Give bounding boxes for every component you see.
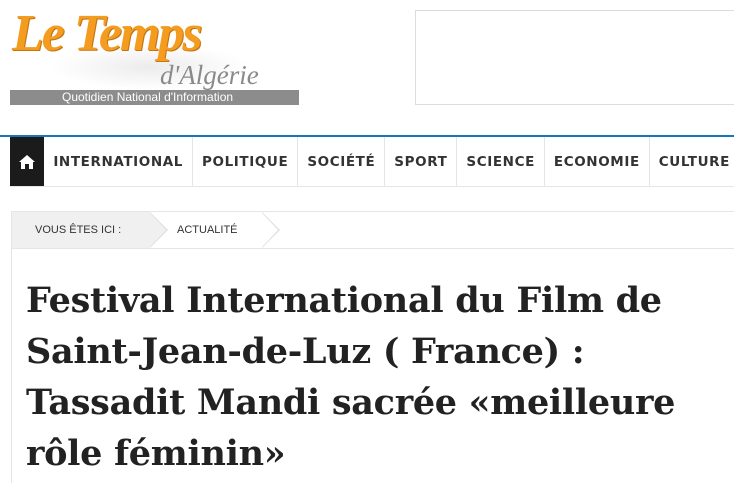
logo-subtitle: d'Algérie xyxy=(160,60,259,90)
site-logo[interactable]: Le Temps d'Algérie Quotidien National d'… xyxy=(10,4,302,108)
breadcrumb: VOUS ÊTES ICI : ACTUALITÉ xyxy=(11,211,734,249)
page: Le Temps d'Algérie Quotidien National d'… xyxy=(0,0,734,483)
nav-item-politique[interactable]: POLITIQUE xyxy=(193,137,299,186)
nav-home-button[interactable] xyxy=(10,137,45,186)
breadcrumb-prefix: VOUS ÊTES ICI : xyxy=(12,212,150,248)
nav-item-culture[interactable]: CULTURE xyxy=(650,137,734,186)
nav-item-sport[interactable]: SPORT xyxy=(385,137,458,186)
main-nav: INTERNATIONAL POLITIQUE SOCIÉTÉ SPORT SC… xyxy=(10,137,734,187)
article: Festival International du Film de Saint-… xyxy=(11,249,734,483)
site-header: Le Temps d'Algérie Quotidien National d'… xyxy=(0,0,734,136)
article-title: Festival International du Film de Saint-… xyxy=(26,280,676,474)
breadcrumb-separator-fill xyxy=(149,212,166,248)
nav-item-international[interactable]: INTERNATIONAL xyxy=(44,137,194,186)
breadcrumb-current[interactable]: ACTUALITÉ xyxy=(177,212,238,248)
breadcrumb-separator-fill xyxy=(261,212,278,248)
logo-tagline: Quotidien National d'Information xyxy=(10,90,299,105)
ad-banner xyxy=(415,10,734,105)
logo-title: Le Temps xyxy=(12,5,203,62)
nav-item-societe[interactable]: SOCIÉTÉ xyxy=(298,137,386,186)
nav-item-economie[interactable]: ECONOMIE xyxy=(545,137,650,186)
nav-item-science[interactable]: SCIENCE xyxy=(457,137,545,186)
home-icon xyxy=(19,154,36,169)
